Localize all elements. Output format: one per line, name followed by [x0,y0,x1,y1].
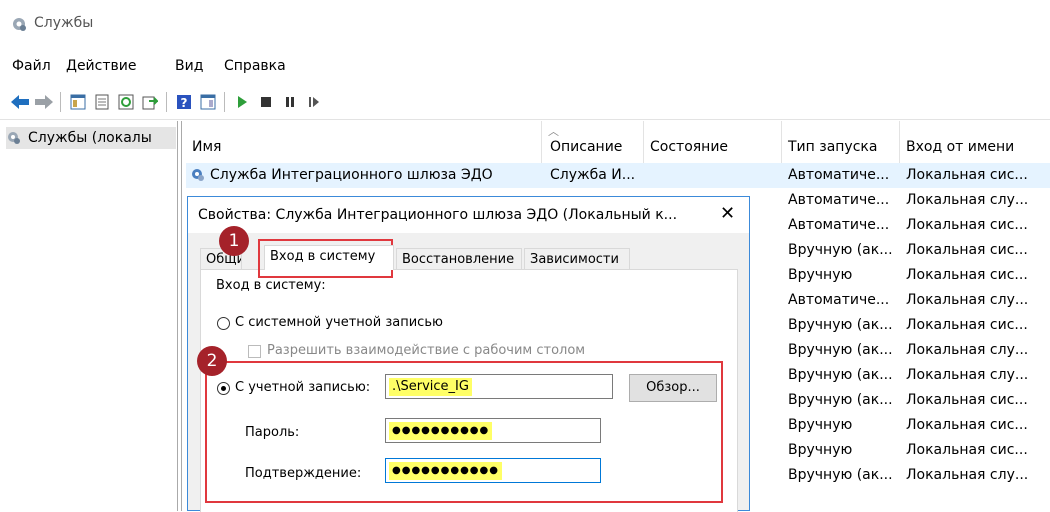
forward-icon[interactable] [34,92,54,112]
dialog-title-bar: Свойства: Служба Интеграционного шлюза Э… [188,197,749,233]
cell-logon: Локальная слу... [906,192,1029,208]
cell-logon: Локальная слу... [906,292,1029,308]
cell-logon: Локальная сис... [906,317,1028,333]
cell-startup: Вручную [788,417,853,433]
cell-logon: Локальная сис... [906,442,1028,458]
cell-logon: Локальная сис... [906,417,1028,433]
menu-help[interactable]: Справка [224,58,286,74]
cell-logon: Локальная сис... [906,217,1028,233]
gear-icon [13,18,26,31]
column-description[interactable]: Описание [544,121,644,163]
column-logon-as[interactable]: Вход от имени [900,121,1050,163]
cell-logon: Локальная сис... [906,267,1028,283]
cell-startup: Автоматиче... [788,217,890,233]
section-label: Вход в систему: [216,278,326,293]
toolbar-separator [60,92,61,112]
resume-icon[interactable] [304,92,324,112]
tab-logon[interactable]: Вход в систему [264,245,394,270]
menu-action[interactable]: Действие [66,58,136,74]
cell-startup: Вручную (ак... [788,392,893,408]
gear-icon [192,169,204,181]
cell-startup: Вручную (ак... [788,367,893,383]
annotation-badge-2: 2 [197,346,227,376]
cell-name: Служба Интеграционного шлюза ЭДО [210,167,493,183]
menu-bar: Файл Действие Вид Справка [0,48,1050,84]
annotation-badge-1: 1 [219,226,249,256]
checkbox-interact-desktop[interactable] [248,345,261,358]
tree-node-services[interactable]: Службы (локалы [6,127,176,149]
stop-icon[interactable] [256,92,276,112]
help-icon[interactable]: ? [174,92,194,112]
console-tree-icon[interactable] [68,92,88,112]
tab-recovery[interactable]: Восстановление [396,248,522,269]
export-icon[interactable] [140,92,160,112]
window-title: Службы [34,15,94,31]
tab-dependencies[interactable]: Зависимости [524,248,630,269]
tree-node-label: Службы (локалы [28,130,152,146]
cell-startup: Вручную (ак... [788,242,893,258]
radio-system-label: С системной учетной записью [235,315,443,330]
cell-startup: Автоматиче... [788,167,890,183]
column-name[interactable]: Имя [186,121,542,163]
toolbar-separator [224,92,225,112]
cell-startup: Вручную [788,267,853,283]
dialog-title: Свойства: Служба Интеграционного шлюза Э… [198,207,678,223]
cell-desc: Служба И... [550,167,636,183]
annotation-box-account [205,361,723,503]
cell-logon: Локальная сис... [906,167,1028,183]
menu-view[interactable]: Вид [175,58,203,74]
radio-system-account[interactable] [217,317,230,330]
back-icon[interactable] [10,92,30,112]
view-icon[interactable] [198,92,218,112]
menu-file[interactable]: Файл [12,58,51,74]
toolbar: ? [0,84,1050,120]
cell-logon: Локальная сис... [906,242,1028,258]
checkbox-interact-label: Разрешить взаимодействие с рабочим столо… [267,343,586,358]
properties-icon[interactable] [92,92,112,112]
cell-logon: Локальная слу... [906,367,1029,383]
column-startup-type[interactable]: Тип запуска [782,121,900,163]
refresh-icon[interactable] [116,92,136,112]
cell-startup: Автоматиче... [788,292,890,308]
pause-icon[interactable] [280,92,300,112]
toolbar-separator [166,92,167,112]
svg-text:?: ? [181,96,188,110]
cell-logon: Локальная слу... [906,467,1029,483]
cell-logon: Локальная слу... [906,342,1029,358]
cell-startup: Вручную [788,442,853,458]
cell-startup: Вручную (ак... [788,467,893,483]
title-bar: Службы [0,0,1050,48]
table-row[interactable]: Служба Интеграционного шлюза ЭДО Служба И… [186,163,1050,188]
cell-startup: Вручную (ак... [788,317,893,333]
console-tree: Службы (локалы [0,121,178,511]
cell-startup: Вручную (ак... [788,342,893,358]
gear-icon [8,132,20,144]
cell-logon: Локальная сис... [906,392,1028,408]
play-icon[interactable] [232,92,252,112]
column-state[interactable]: Состояние [644,121,782,163]
close-icon[interactable]: ✕ [720,203,735,224]
pane-divider[interactable] [181,121,182,511]
cell-startup: Автоматиче... [788,192,890,208]
list-header: Имя ︿ Описание Состояние Тип запуска Вхо… [186,121,1050,163]
